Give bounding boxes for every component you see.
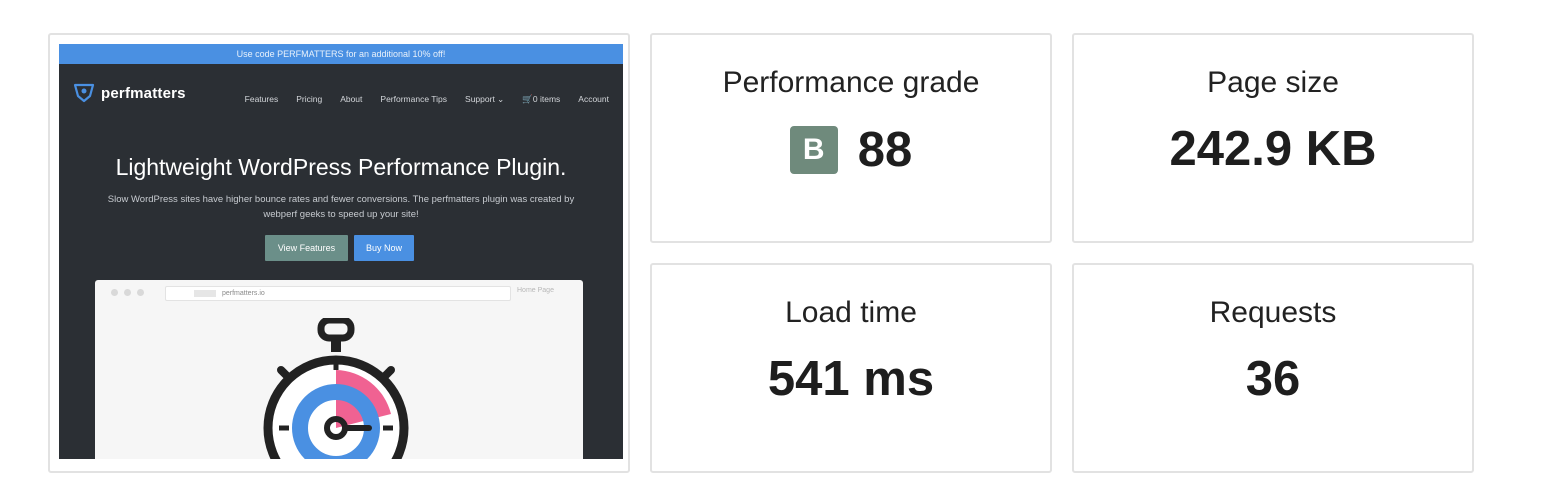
performance-grade-label: Performance grade xyxy=(722,66,980,99)
window-dot-icon xyxy=(124,289,131,296)
requests-label: Requests xyxy=(1209,296,1337,329)
performance-grade-row: B 88 xyxy=(652,122,1050,178)
browser-mockup: perfmatters.io Home Page xyxy=(95,280,583,459)
window-dot-icon xyxy=(137,289,144,296)
requests-value: 36 xyxy=(1245,352,1301,406)
requests-card: Requests 36 xyxy=(1072,263,1474,473)
browser-url-bar: perfmatters.io xyxy=(165,286,511,301)
browser-url-text: perfmatters.io xyxy=(222,290,265,297)
grade-badge: B xyxy=(789,126,838,174)
menu-item-features: Features xyxy=(244,94,279,104)
site-logo-text: perfmatters xyxy=(101,84,186,102)
lock-icon xyxy=(194,289,216,297)
browser-home-label: Home Page xyxy=(517,287,554,294)
page-size-value: 242.9 KB xyxy=(1169,122,1377,176)
hero-subtitle-line: webperf geeks to speed up your site! xyxy=(263,209,419,220)
site-logo: perfmatters xyxy=(73,83,186,103)
load-time-card: Load time 541 ms xyxy=(650,263,1052,473)
site-screenshot: Use code PERFMATTERS for an additional 1… xyxy=(59,44,623,459)
page-size-card: Page size 242.9 KB xyxy=(1072,33,1474,243)
menu-item-account: Account xyxy=(578,94,609,104)
performance-grade-card: Performance grade B 88 xyxy=(650,33,1052,243)
browser-mockup-bar: perfmatters.io Home Page xyxy=(95,280,583,302)
hero-subtitle-line: Slow WordPress sites have higher bounce … xyxy=(107,194,575,205)
load-time-label: Load time xyxy=(785,296,917,329)
site-menu: Features Pricing About Performance Tips … xyxy=(245,94,609,105)
page-size-label: Page size xyxy=(1207,66,1339,99)
menu-item-pricing: Pricing xyxy=(296,94,323,104)
view-features-button: View Features xyxy=(265,235,348,261)
hero-subtitle: Slow WordPress sites have higher bounce … xyxy=(59,192,623,222)
menu-item-support: Support ⌄ xyxy=(465,94,505,104)
window-dot-icon xyxy=(111,289,118,296)
buy-now-button: Buy Now xyxy=(354,235,414,261)
menu-item-performance-tips: Performance Tips xyxy=(380,94,448,104)
stopwatch-icon xyxy=(263,318,409,459)
site-screenshot-card: Use code PERFMATTERS for an additional 1… xyxy=(48,33,630,473)
menu-item-cart: 🛒0 items xyxy=(522,94,561,104)
site-nav: perfmatters Features Pricing About Perfo… xyxy=(59,64,623,122)
menu-item-about: About xyxy=(340,94,363,104)
performance-grade-score: 88 xyxy=(857,123,913,177)
hero-title: Lightweight WordPress Performance Plugin… xyxy=(115,154,567,180)
perfmatters-logo-icon xyxy=(73,83,95,103)
load-time-value: 541 ms xyxy=(767,352,935,406)
promo-banner: Use code PERFMATTERS for an additional 1… xyxy=(59,44,623,64)
